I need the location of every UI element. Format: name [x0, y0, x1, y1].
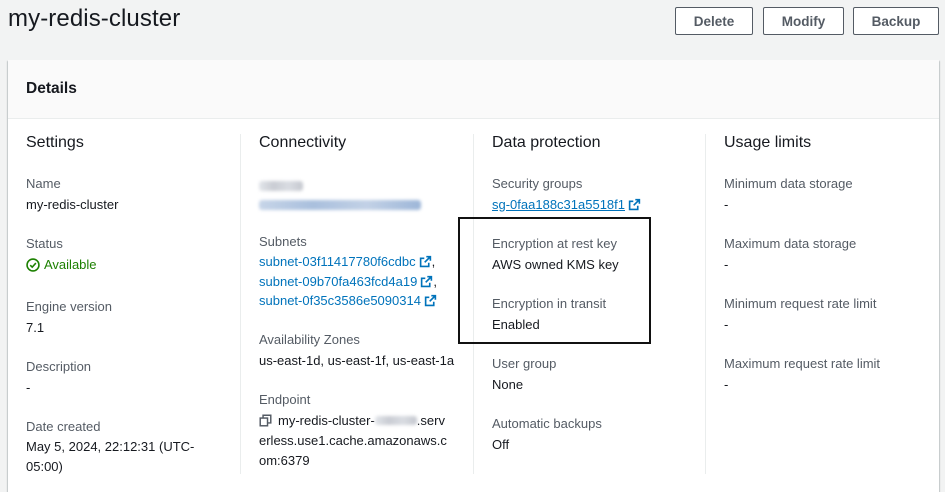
redacted-endpoint-part [374, 415, 417, 425]
panel-title: Details [26, 80, 77, 97]
encryption-highlight-box [458, 217, 651, 344]
max-data-storage-field: Maximum data storage - [724, 235, 934, 275]
security-group-link[interactable]: sg-0faa188c31a5518f1 [492, 197, 625, 212]
usage-limits-column: Usage limits Minimum data storage - Maxi… [724, 134, 934, 415]
external-link-icon [419, 255, 431, 268]
subnet-link[interactable]: subnet-09b70fa463fcd4a19 [259, 274, 417, 289]
automatic-backups-value: Off [492, 437, 510, 452]
min-request-rate-label: Minimum request rate limit [724, 296, 877, 311]
panel-header: Details [8, 60, 939, 119]
endpoint-prefix: my-redis-cluster- [278, 412, 375, 428]
security-groups-field: Security groups sg-0faa188c31a5518f1 [492, 175, 707, 215]
engine-version-field: Engine version 7.1 [26, 298, 241, 338]
automatic-backups-label: Automatic backups [492, 416, 602, 431]
endpoint-label: Endpoint [259, 391, 311, 407]
engine-version-value: 7.1 [26, 319, 45, 335]
external-link-icon [424, 294, 437, 307]
date-created-value: May 5, 2024, 22:12:31 (UTC-05:00) [26, 438, 195, 474]
security-groups-label: Security groups [492, 176, 583, 191]
subnets-field: Subnets subnet-03f11417780f6cdbc, subnet… [259, 233, 474, 311]
usage-limits-heading: Usage limits [724, 134, 812, 151]
name-label: Name [26, 176, 61, 191]
redacted-link [259, 200, 421, 210]
user-group-label: User group [492, 356, 557, 371]
delete-button[interactable]: Delete [675, 7, 753, 35]
backup-button[interactable]: Backup [853, 7, 939, 35]
max-request-rate-label: Maximum request rate limit [724, 356, 881, 371]
subnets-label: Subnets [259, 234, 307, 249]
max-request-rate-field: Maximum request rate limit - [724, 355, 934, 395]
description-field: Description - [26, 358, 241, 398]
date-created-label: Date created [26, 418, 101, 434]
endpoint-field: Endpoint my-redis-cluster- .serverless.us… [259, 391, 474, 471]
description-value: - [26, 379, 31, 395]
availability-zones-value: us-east-1d, us-east-1f, us-east-1a [259, 352, 455, 368]
status-label: Status [26, 236, 63, 251]
modify-button[interactable]: Modify [763, 7, 844, 35]
external-link-icon [628, 198, 641, 211]
connectivity-heading: Connectivity [259, 134, 347, 151]
name-field: Name my-redis-cluster [26, 175, 241, 215]
user-group-value: None [492, 377, 524, 392]
endpoint-value: my-redis-cluster- .serverless.use1.cache.… [259, 411, 451, 471]
data-protection-heading: Data protection [492, 134, 601, 151]
subnet-link[interactable]: subnet-03f11417780f6cdbc [259, 254, 416, 269]
check-circle-icon [26, 257, 40, 272]
min-request-rate-value: - [724, 317, 729, 332]
user-group-field: User group None [492, 355, 707, 395]
max-data-storage-label: Maximum data storage [724, 236, 857, 251]
description-label: Description [26, 358, 92, 374]
date-created-field: Date created May 5, 2024, 22:12:31 (UTC-… [26, 418, 241, 477]
engine-version-label: Engine version [26, 298, 112, 314]
page-title: my-redis-cluster [8, 5, 181, 32]
availability-zones-field: Availability Zones us-east-1d, us-east-1… [259, 331, 474, 371]
connectivity-column: Connectivity Subnets subnet-03f11417780f… [259, 134, 474, 491]
redacted-label [259, 181, 303, 191]
min-request-rate-field: Minimum request rate limit - [724, 295, 934, 335]
subnet-link[interactable]: subnet-0f35c3586e5090314 [259, 293, 421, 308]
min-data-storage-value: - [724, 197, 729, 212]
automatic-backups-field: Automatic backups Off [492, 415, 707, 455]
status-field: Status Available [26, 235, 241, 278]
settings-column: Settings Name my-redis-cluster Status Av… [26, 134, 241, 492]
availability-zones-label: Availability Zones [259, 331, 360, 347]
status-badge: Available [26, 254, 97, 275]
max-request-rate-value: - [724, 377, 729, 392]
external-link-icon [421, 275, 433, 287]
redacted-field [259, 175, 474, 211]
min-data-storage-label: Minimum data storage [724, 176, 853, 191]
name-value: my-redis-cluster [26, 197, 119, 212]
settings-heading: Settings [26, 134, 84, 151]
copy-icon[interactable] [259, 413, 272, 427]
min-data-storage-field: Minimum data storage - [724, 175, 934, 215]
max-data-storage-value: - [724, 257, 729, 272]
status-value: Available [44, 257, 97, 272]
